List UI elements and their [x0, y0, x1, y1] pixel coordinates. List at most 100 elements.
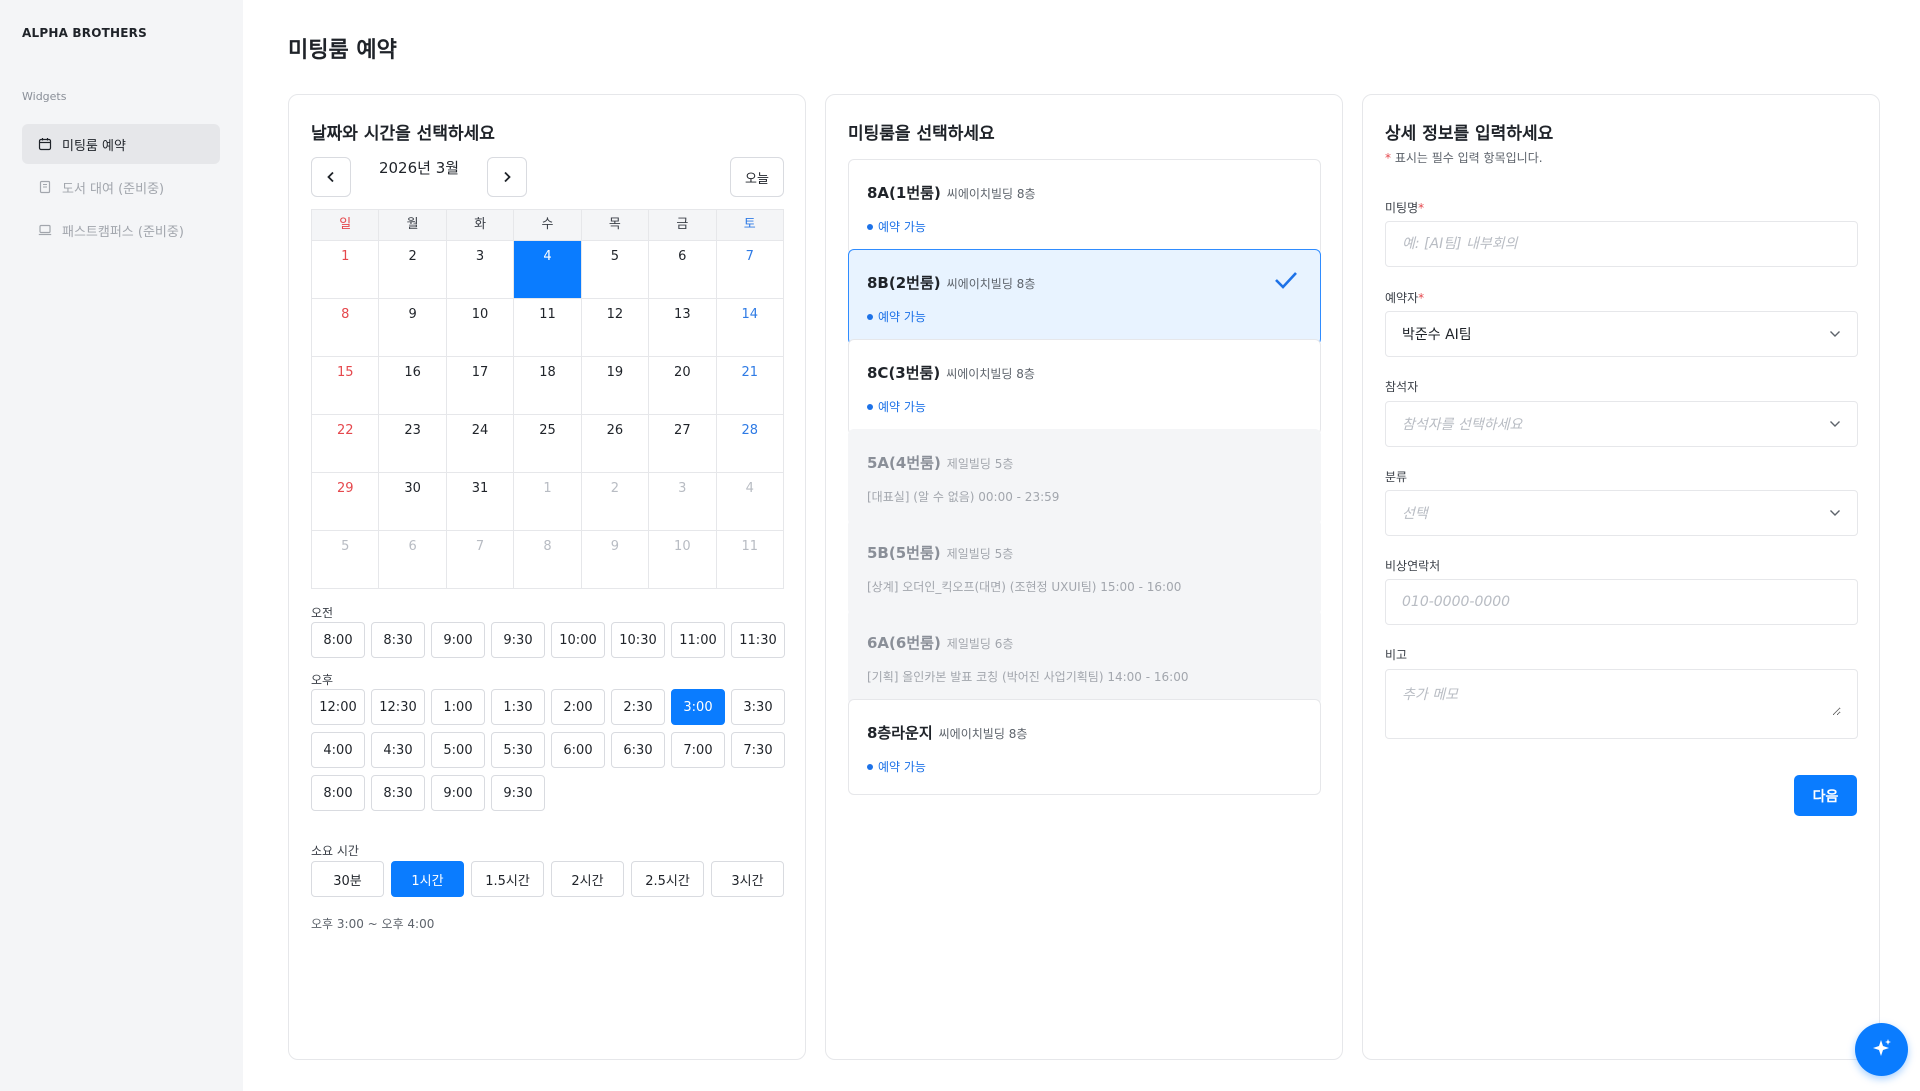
am-time-slot[interactable]: 9:30	[491, 622, 545, 658]
calendar-day[interactable]: 3	[447, 241, 515, 298]
room-name: 8B(2번룸) 씨에이치빌딩 8층	[867, 272, 1035, 293]
sidebar-item-fastcampus[interactable]: 패스트캠퍼스 (준비중)	[22, 210, 220, 250]
next-button[interactable]: 다음	[1794, 775, 1857, 816]
pm-time-slot[interactable]: 3:00	[671, 689, 725, 725]
pm-time-slot[interactable]: 4:30	[371, 732, 425, 768]
duration-option[interactable]: 30분	[311, 861, 384, 897]
next-month-button[interactable]	[487, 157, 527, 197]
emergency-contact-field[interactable]	[1385, 579, 1858, 625]
pm-time-slot[interactable]: 1:30	[491, 689, 545, 725]
am-time-slot[interactable]: 11:30	[731, 622, 785, 658]
duration-label: 소요 시간	[311, 844, 359, 858]
chevron-left-icon	[326, 168, 336, 187]
calendar-day[interactable]: 9	[379, 299, 447, 356]
pm-time-slot[interactable]: 2:30	[611, 689, 665, 725]
pm-time-slot[interactable]: 8:30	[371, 775, 425, 811]
calendar-day[interactable]: 6	[649, 241, 717, 298]
duration-option[interactable]: 1.5시간	[471, 861, 544, 897]
am-time-slot[interactable]: 11:00	[671, 622, 725, 658]
meeting-name-input[interactable]	[1402, 236, 1841, 252]
calendar-day[interactable]: 18	[514, 357, 582, 414]
pm-time-slot[interactable]: 2:00	[551, 689, 605, 725]
calendar-day[interactable]: 19	[582, 357, 650, 414]
room-location: 씨에이치빌딩 8층	[946, 187, 1036, 201]
pm-time-slot[interactable]: 4:00	[311, 732, 365, 768]
am-time-slot[interactable]: 9:00	[431, 622, 485, 658]
calendar-day[interactable]: 24	[447, 415, 515, 472]
calendar-day[interactable]: 8	[312, 299, 380, 356]
calendar-day[interactable]: 29	[312, 473, 380, 530]
duration-option[interactable]: 2.5시간	[631, 861, 704, 897]
room-status-text: 예약 가능	[878, 760, 926, 774]
pm-time-slot[interactable]: 7:30	[731, 732, 785, 768]
calendar-day[interactable]: 12	[582, 299, 650, 356]
pm-time-slot[interactable]: 8:00	[311, 775, 365, 811]
calendar-day[interactable]: 14	[717, 299, 783, 356]
sidebar-item-book-rental[interactable]: 도서 대여 (준비중)	[22, 167, 220, 207]
attendees-select[interactable]: 참석자를 선택하세요	[1385, 401, 1858, 447]
prev-month-button[interactable]	[311, 157, 351, 197]
am-time-slot[interactable]: 8:30	[371, 622, 425, 658]
calendar-day[interactable]: 16	[379, 357, 447, 414]
calendar-day[interactable]: 21	[717, 357, 783, 414]
room-card[interactable]: 8A(1번룸) 씨에이치빌딩 8층 예약 가능	[848, 159, 1321, 255]
pm-time-slot[interactable]: 9:30	[491, 775, 545, 811]
calendar-day[interactable]: 20	[649, 357, 717, 414]
pm-time-slot[interactable]: 3:30	[731, 689, 785, 725]
calendar-day[interactable]: 23	[379, 415, 447, 472]
calendar-day[interactable]: 11	[514, 299, 582, 356]
pm-time-slot[interactable]: 6:00	[551, 732, 605, 768]
booker-select[interactable]: 박준수 AI팀	[1385, 311, 1858, 357]
calendar-day[interactable]: 26	[582, 415, 650, 472]
ai-assistant-button[interactable]	[1855, 1023, 1908, 1076]
memo-textarea[interactable]	[1402, 684, 1841, 716]
pm-time-slot[interactable]: 5:30	[491, 732, 545, 768]
room-status-text: [상계] 오더인_킥오프(대면) (조현정 UXUI팀) 15:00 - 16:…	[867, 580, 1182, 594]
calendar-day[interactable]: 17	[447, 357, 515, 414]
calendar-day[interactable]: 25	[514, 415, 582, 472]
weekday-label: 월	[379, 210, 447, 240]
am-time-slot[interactable]: 8:00	[311, 622, 365, 658]
duration-option[interactable]: 1시간	[391, 861, 464, 897]
calendar-day[interactable]: 28	[717, 415, 783, 472]
pm-time-slot[interactable]: 12:00	[311, 689, 365, 725]
chevron-right-icon	[502, 168, 512, 187]
pm-time-slot[interactable]: 5:00	[431, 732, 485, 768]
calendar-day[interactable]: 10	[447, 299, 515, 356]
calendar-day[interactable]: 1	[312, 241, 380, 298]
duration-option[interactable]: 3시간	[711, 861, 784, 897]
calendar-day[interactable]: 27	[649, 415, 717, 472]
room-status: [대표실] (알 수 없음) 00:00 - 23:59	[867, 488, 1059, 505]
duration-option[interactable]: 2시간	[551, 861, 624, 897]
am-time-slot[interactable]: 10:30	[611, 622, 665, 658]
calendar-day[interactable]: 2	[379, 241, 447, 298]
calendar-day[interactable]: 7	[717, 241, 783, 298]
calendar-day[interactable]: 15	[312, 357, 380, 414]
room-card[interactable]: 8층라운지 씨에이치빌딩 8층 예약 가능	[848, 699, 1321, 795]
sidebar-item-meeting-room[interactable]: 미팅룸 예약	[22, 124, 220, 164]
memo-field[interactable]	[1385, 669, 1858, 739]
calendar-day[interactable]: 30	[379, 473, 447, 530]
room-name: 5A(4번룸) 제일빌딩 5층	[867, 452, 1013, 473]
weekday-label: 수	[514, 210, 582, 240]
pm-time-slot[interactable]: 12:30	[371, 689, 425, 725]
category-select[interactable]: 선택	[1385, 490, 1858, 536]
calendar-day[interactable]: 31	[447, 473, 515, 530]
status-dot	[867, 313, 873, 320]
sidebar-item-label: 미팅룸 예약	[62, 138, 126, 154]
calendar-day[interactable]: 22	[312, 415, 380, 472]
pm-time-slot[interactable]: 7:00	[671, 732, 725, 768]
pm-time-slot[interactable]: 9:00	[431, 775, 485, 811]
calendar-day[interactable]: 4	[514, 241, 582, 298]
room-card[interactable]: 8B(2번룸) 씨에이치빌딩 8층 예약 가능	[848, 249, 1321, 345]
calendar-day[interactable]: 5	[582, 241, 650, 298]
today-button[interactable]: 오늘	[730, 157, 784, 197]
meeting-name-field[interactable]	[1385, 221, 1858, 267]
calendar-week-row: 29 30 31 1 2 3 4	[312, 472, 783, 530]
calendar-day[interactable]: 13	[649, 299, 717, 356]
room-card[interactable]: 8C(3번룸) 씨에이치빌딩 8층 예약 가능	[848, 339, 1321, 435]
pm-time-slot[interactable]: 6:30	[611, 732, 665, 768]
pm-time-slot[interactable]: 1:00	[431, 689, 485, 725]
emergency-contact-input[interactable]	[1402, 594, 1841, 610]
am-time-slot[interactable]: 10:00	[551, 622, 605, 658]
